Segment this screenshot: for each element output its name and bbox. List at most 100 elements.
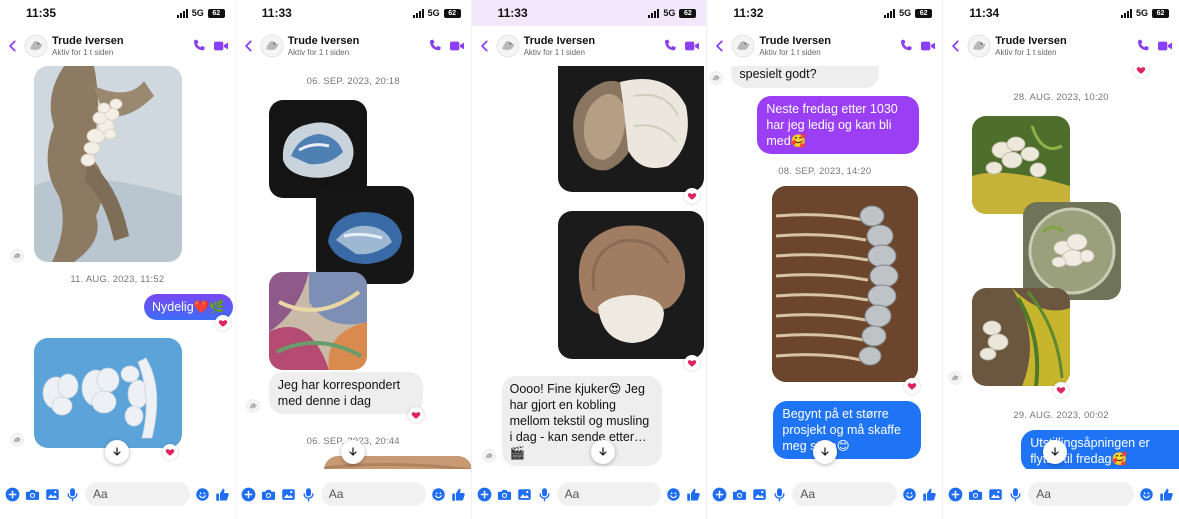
phone-icon[interactable] [1135, 38, 1151, 54]
chat-screen-1: 11:35 5G 62 Trude Iversen Aktiv for 1 t s… [0, 0, 236, 519]
incoming-message[interactable]: Jeg har korrespondert med denne i dag [268, 372, 423, 414]
scroll-to-bottom-button[interactable] [1043, 440, 1068, 464]
outgoing-message[interactable]: Begynt på et større prosjekt og må skaff… [773, 401, 922, 459]
microphone-icon[interactable] [301, 487, 316, 502]
camera-icon[interactable] [732, 487, 747, 502]
contact-avatar[interactable] [496, 34, 520, 58]
incoming-message[interactable]: Oooo! Fine kjuker😍 Jeg har gjort en kobl… [501, 376, 662, 466]
phone-icon[interactable] [427, 38, 443, 54]
microphone-icon[interactable] [65, 487, 80, 502]
photo-message[interactable] [315, 186, 414, 284]
message-input[interactable]: Aa [792, 482, 898, 506]
message-input[interactable]: Aa [85, 482, 190, 506]
chevron-left-icon[interactable] [478, 39, 492, 53]
emoji-icon[interactable] [1139, 487, 1154, 502]
photo-message[interactable] [268, 100, 367, 198]
thumbs-up-icon[interactable] [686, 487, 701, 502]
red-heart-icon[interactable] [683, 188, 700, 204]
red-heart-icon[interactable] [904, 378, 921, 394]
image-icon[interactable] [517, 487, 532, 502]
contact-avatar[interactable] [731, 34, 755, 58]
thumbs-up-icon[interactable] [1159, 487, 1174, 502]
video-camera-icon[interactable] [1157, 38, 1173, 54]
red-heart-icon[interactable] [683, 355, 700, 371]
microphone-icon[interactable] [772, 487, 787, 502]
red-heart-icon[interactable] [407, 407, 424, 423]
message-list[interactable]: 06. SEP. 2023, 20:18 Jeg har korresponde… [236, 66, 471, 469]
phone-icon[interactable] [662, 38, 678, 54]
message-list[interactable]: Oooo! Fine kjuker😍 Jeg har gjort en kobl… [472, 66, 707, 469]
video-camera-icon[interactable] [449, 38, 465, 54]
plus-circle-icon[interactable] [712, 487, 727, 502]
camera-icon[interactable] [25, 487, 40, 502]
photo-message[interactable] [268, 272, 367, 370]
microphone-icon[interactable] [537, 487, 552, 502]
phone-icon[interactable] [898, 38, 914, 54]
contact-info[interactable]: Trude Iversen Aktiv for 1 t siden [52, 35, 185, 57]
scroll-to-bottom-button[interactable] [105, 440, 130, 464]
photo-message[interactable] [34, 66, 182, 262]
signal-icon [412, 8, 424, 18]
chevron-left-icon[interactable] [6, 39, 20, 53]
message-input[interactable]: Aa [556, 482, 662, 506]
outgoing-message[interactable]: Neste fredag etter 1030 har jeg ledig og… [757, 96, 920, 154]
scroll-to-bottom-button[interactable] [341, 440, 366, 464]
message-input[interactable]: Aa [1028, 482, 1134, 506]
photo-message[interactable] [557, 211, 704, 359]
image-icon[interactable] [752, 487, 767, 502]
photo-message[interactable] [972, 288, 1071, 386]
message-input[interactable]: Aa [320, 482, 426, 506]
photo-message[interactable] [34, 338, 182, 448]
camera-icon[interactable] [261, 487, 276, 502]
thumbs-up-icon[interactable] [451, 487, 466, 502]
contact-avatar[interactable] [24, 34, 48, 58]
photo-message[interactable] [972, 116, 1071, 214]
plus-circle-icon[interactable] [5, 487, 20, 502]
photo-message[interactable] [1023, 202, 1122, 300]
video-camera-icon[interactable] [213, 38, 229, 54]
chevron-left-icon[interactable] [713, 39, 727, 53]
emoji-icon[interactable] [195, 487, 210, 502]
driftwood-mushroom-photo [34, 66, 182, 262]
phone-icon[interactable] [191, 38, 207, 54]
contact-avatar[interactable] [260, 34, 284, 58]
red-heart-icon[interactable] [162, 444, 178, 460]
camera-icon[interactable] [497, 487, 512, 502]
sender-avatar [246, 399, 260, 413]
scroll-to-bottom-button[interactable] [590, 440, 615, 464]
incoming-message[interactable]: spesielt godt? [731, 66, 880, 88]
thumbs-up-icon[interactable] [215, 487, 230, 502]
image-icon[interactable] [45, 487, 60, 502]
photo-message[interactable] [557, 66, 704, 192]
red-heart-icon[interactable] [1053, 382, 1070, 398]
status-time: 11:35 [26, 6, 57, 20]
plus-circle-icon[interactable] [477, 487, 492, 502]
scroll-to-bottom-button[interactable] [812, 440, 837, 464]
contact-info[interactable]: Trude Iversen Aktiv for 1 t siden [524, 35, 657, 57]
photo-message[interactable] [772, 186, 919, 382]
camera-icon[interactable] [968, 487, 983, 502]
composer-bar: Aa [943, 469, 1179, 519]
contact-info[interactable]: Trude Iversen Aktiv for 1 t siden [995, 35, 1129, 57]
contact-info[interactable]: Trude Iversen Aktiv for 1 t siden [288, 35, 421, 57]
message-list[interactable]: spesielt godt? Neste fredag etter 1030 h… [707, 66, 942, 469]
message-list[interactable]: 11. AUG. 2023, 11:52 Nydelig❤️🌿 [0, 66, 235, 469]
emoji-icon[interactable] [666, 487, 681, 502]
contact-info[interactable]: Trude Iversen Aktiv for 1 t siden [759, 35, 892, 57]
emoji-icon[interactable] [902, 487, 917, 502]
plus-circle-icon[interactable] [241, 487, 256, 502]
message-list[interactable]: 28. AUG. 2023, 10:20 29. AUG. 2023, 00:0… [943, 66, 1179, 469]
thumbs-up-icon[interactable] [922, 487, 937, 502]
red-heart-icon[interactable] [214, 315, 231, 331]
video-camera-icon[interactable] [920, 38, 936, 54]
image-icon[interactable] [281, 487, 296, 502]
video-camera-icon[interactable] [684, 38, 700, 54]
chevron-left-icon[interactable] [949, 39, 963, 53]
chevron-left-icon[interactable] [242, 39, 256, 53]
red-heart-icon[interactable] [1132, 66, 1149, 78]
microphone-icon[interactable] [1008, 487, 1023, 502]
emoji-icon[interactable] [431, 487, 446, 502]
plus-circle-icon[interactable] [948, 487, 963, 502]
contact-avatar[interactable] [967, 34, 991, 58]
image-icon[interactable] [988, 487, 1003, 502]
